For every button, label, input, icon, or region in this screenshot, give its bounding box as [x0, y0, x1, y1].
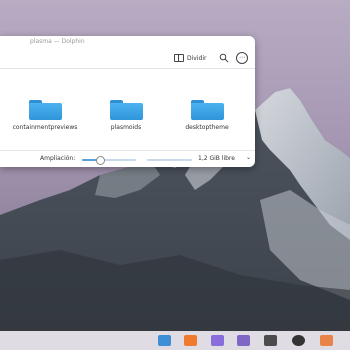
- file-item[interactable]: containmentpreviews: [5, 69, 85, 131]
- free-space-bar[interactable]: [147, 159, 192, 161]
- folder-icon: [190, 100, 224, 120]
- file-manager-icon[interactable]: [264, 335, 277, 346]
- free-space-label: 1,2 GiB libre: [198, 155, 235, 162]
- split-view-icon: [174, 54, 184, 62]
- file-view[interactable]: containmentpreviews plasmoids desktopthe…: [0, 69, 255, 151]
- purple-app-icon[interactable]: [211, 335, 224, 346]
- split-button[interactable]: Dividir: [174, 53, 206, 63]
- folder-icon: [28, 100, 62, 120]
- zoom-slider-handle[interactable]: [95, 156, 105, 165]
- split-button-label: Dividir: [187, 54, 207, 62]
- zoom-slider[interactable]: [82, 156, 136, 165]
- terminal-icon[interactable]: [292, 335, 305, 346]
- status-bar: Ampliación: 1,2 GiB libre ⌄: [0, 150, 255, 167]
- title-bar[interactable]: plasma — Dolphin: [0, 36, 255, 48]
- file-item[interactable]: desktoptheme: [167, 69, 247, 131]
- toolbar: Dividir ⋯: [0, 48, 255, 68]
- tray-folder-icon[interactable]: [320, 335, 333, 346]
- dolphin-window[interactable]: plasma — Dolphin Dividir ⋯ containmentpr…: [0, 36, 255, 167]
- file-name: desktoptheme: [185, 124, 229, 131]
- search-icon[interactable]: [219, 53, 229, 63]
- chevron-down-icon[interactable]: ⌄: [246, 154, 251, 161]
- zoom-label: Ampliación:: [40, 155, 76, 162]
- file-name: plasmoids: [110, 124, 142, 131]
- taskbar: [0, 331, 350, 350]
- file-item[interactable]: plasmoids: [86, 69, 166, 131]
- discover-icon[interactable]: [158, 335, 171, 346]
- orange-app-icon[interactable]: [184, 335, 197, 346]
- window-title: plasma — Dolphin: [30, 38, 85, 45]
- more-options-icon[interactable]: ⋯: [236, 52, 248, 64]
- folder-icon: [109, 100, 143, 120]
- more-options-glyph: ⋯: [239, 54, 245, 61]
- file-name: containmentpreviews: [12, 124, 78, 131]
- wallpaper-app-icon[interactable]: [237, 335, 250, 346]
